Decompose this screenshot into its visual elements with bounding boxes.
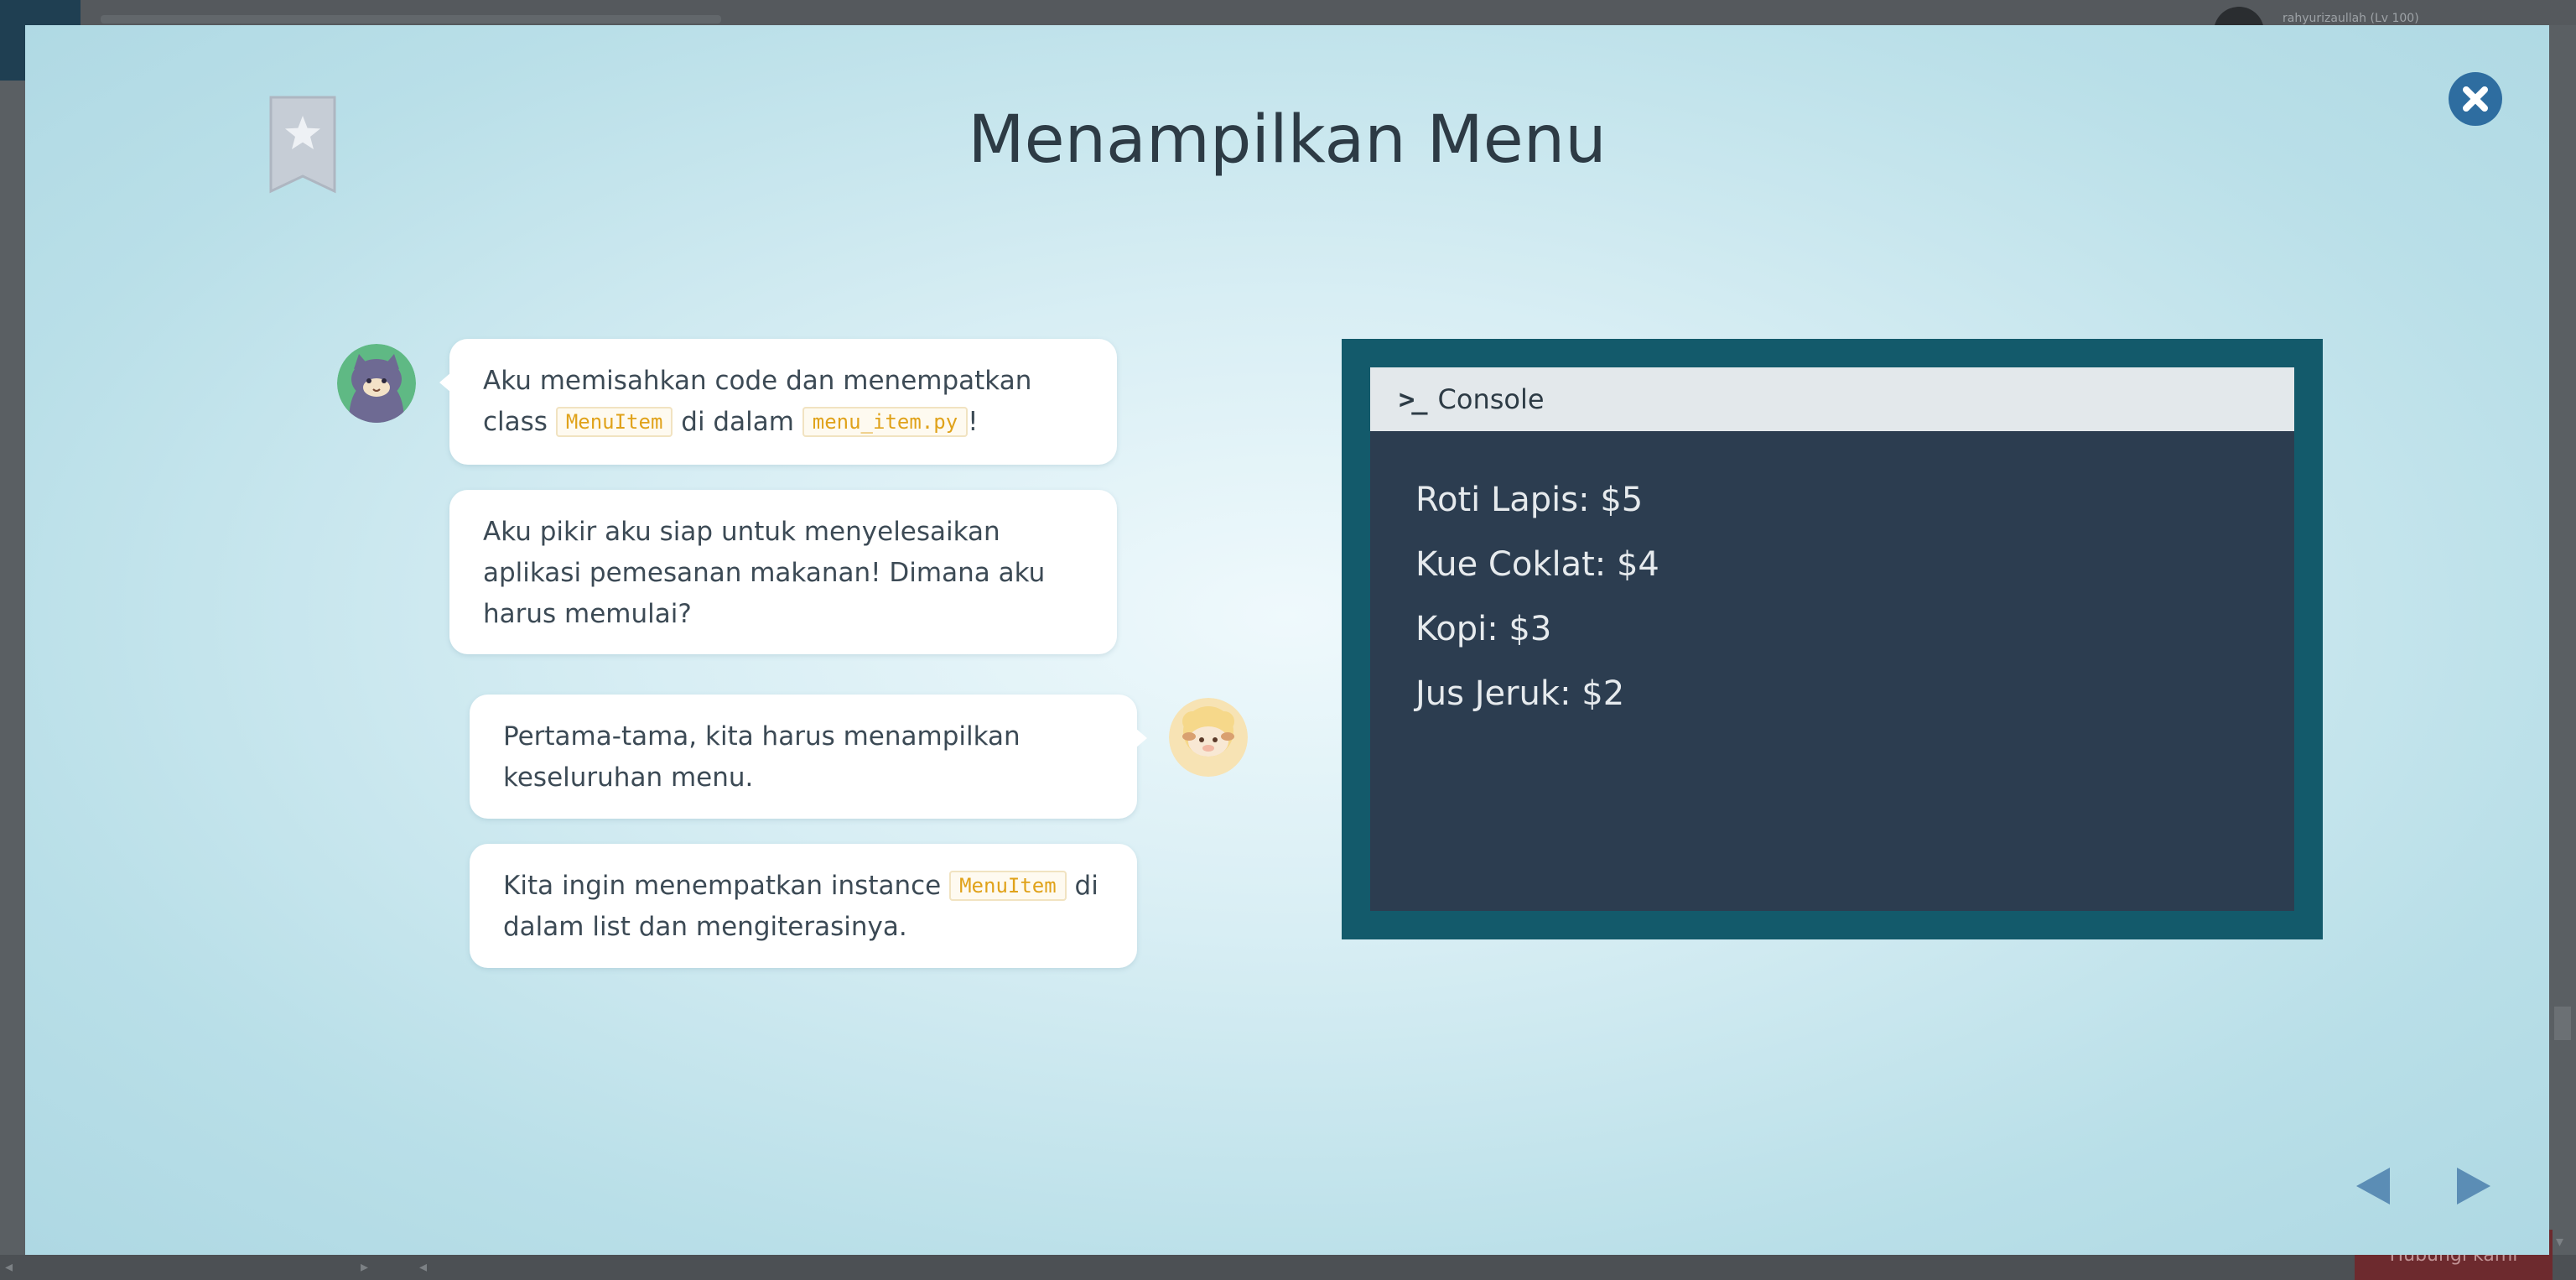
inline-code: MenuItem (555, 407, 673, 437)
chat-message: Aku memisahkan code dan menempatkan clas… (439, 339, 1117, 465)
message-text: di dalam (673, 407, 802, 437)
cat-character-icon (337, 344, 416, 423)
chat-message: Aku pikir aku siap untuk menyelesaikan a… (449, 490, 1117, 654)
console-line: Kopi: $3 (1415, 610, 1552, 648)
scroll-right-icon: ▸ (361, 1258, 369, 1276)
console-panel: >_ Console Roti Lapis: $5 Kue Coklat: $4… (1342, 339, 2323, 939)
close-circle-icon (2450, 74, 2501, 124)
triangle-right-icon (2457, 1168, 2490, 1205)
message-text: Pertama-tama, kita harus menampilkan kes… (503, 721, 1021, 793)
cat-avatar (337, 344, 416, 423)
triangle-left-icon (2356, 1168, 2390, 1205)
lesson-modal: Menampilkan Menu Aku memisahkan code dan… (25, 25, 2549, 1255)
console-line: Kue Coklat: $4 (1415, 545, 1659, 584)
scroll-down-icon: ▾ (2556, 1233, 2564, 1251)
message-text: Kita ingin menempatkan instance (503, 871, 950, 901)
console-line: Roti Lapis: $5 (1415, 481, 1644, 519)
bubble-tail (1135, 728, 1147, 748)
chat-message: Pertama-tama, kita harus menampilkan kes… (470, 695, 1147, 819)
terminal-prompt-icon: >_ (1399, 383, 1427, 415)
console-output: Roti Lapis: $5 Kue Coklat: $4 Kopi: $3 J… (1370, 431, 2294, 911)
page-title: Menampilkan Menu (968, 102, 1607, 178)
bubble-tail (439, 372, 451, 393)
background-bottombar (0, 1255, 2576, 1280)
message-text: ! (968, 407, 979, 437)
console-line: Jus Jeruk: $2 (1415, 674, 1625, 713)
previous-slide-button[interactable] (2353, 1164, 2393, 1208)
background-user-name: rahyurizaullah (Lv 100) (2283, 12, 2419, 25)
inline-code: menu_item.py (802, 407, 969, 437)
scroll-left-icon: ◂ (419, 1258, 428, 1276)
inline-code: MenuItem (949, 871, 1067, 901)
console-header: >_ Console (1370, 367, 2294, 431)
message-text: Aku pikir aku siap untuk menyelesaikan a… (483, 517, 1046, 629)
close-button[interactable] (2449, 72, 2502, 126)
chat-message: Kita ingin menempatkan instance MenuItem… (470, 844, 1137, 968)
sheep-character-icon (1169, 698, 1248, 777)
background-scrollbar-thumb (2554, 1007, 2571, 1040)
next-slide-button[interactable] (2454, 1164, 2494, 1208)
scroll-left-icon: ◂ (5, 1258, 13, 1276)
console-title: Console (1437, 383, 1545, 415)
sheep-avatar (1169, 698, 1248, 777)
background-search-bar (101, 15, 721, 23)
